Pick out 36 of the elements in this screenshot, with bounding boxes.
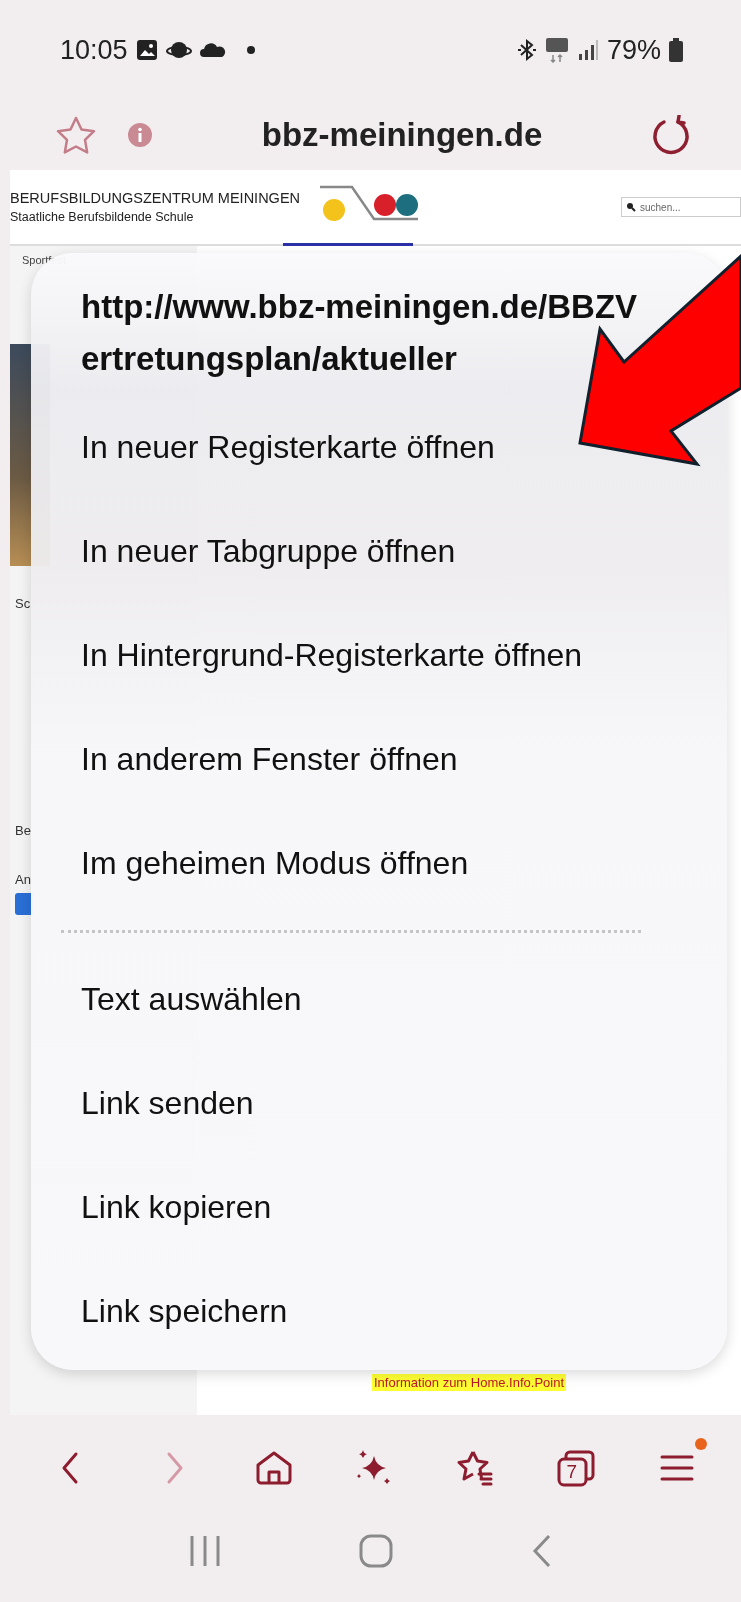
battery-percent: 79% [606, 34, 661, 66]
recent-apps-button[interactable] [189, 1534, 222, 1568]
cloud-icon [199, 42, 226, 58]
page-text-fragment: Be [15, 823, 32, 838]
menu-item[interactable]: In Hintergrund-Registerkarte öffnen [81, 603, 582, 707]
site-title: BERUFSBILDUNGSZENTRUM MEININGEN [10, 190, 301, 206]
tabs-button[interactable]: 7 [545, 1437, 606, 1498]
search-field[interactable]: suchen... [621, 197, 741, 217]
battery-icon [669, 38, 683, 62]
back-nav-button[interactable] [531, 1534, 552, 1568]
dot-icon [245, 45, 256, 55]
menu-item[interactable]: Text auswählen [81, 947, 302, 1051]
menu-item[interactable]: In anderem Fenster öffnen [81, 707, 458, 811]
site-info-button[interactable] [127, 122, 153, 148]
address-domain[interactable]: bbz-meiningen.de [153, 116, 651, 154]
gallery-icon [135, 39, 158, 61]
search-icon [626, 202, 636, 212]
network-5g-icon [544, 37, 569, 63]
menu-item[interactable]: Im geheimen Modus öffnen [81, 811, 469, 915]
signal-icon [576, 39, 599, 61]
site-subtitle: Staatliche Berufsbildende Schule [10, 210, 195, 224]
menu-item[interactable]: Link speichern [81, 1259, 288, 1363]
notice-heading: Information zum Home.Info.Point [372, 1374, 566, 1391]
reload-button[interactable] [651, 115, 691, 155]
page-text-fragment: Sc [15, 596, 32, 611]
bluetooth-icon [516, 38, 537, 62]
page-text-fragment: An [15, 872, 32, 887]
clock-time: 10:05 [60, 34, 128, 66]
planet-icon [165, 39, 192, 61]
menu-item[interactable]: Link senden [81, 1051, 254, 1155]
bookmark-star-button[interactable] [55, 115, 97, 155]
home-nav-button[interactable] [359, 1534, 394, 1568]
menu-item[interactable]: Link kopieren [81, 1155, 272, 1259]
link-url: http://www.bbz-meiningen.de/BBZVertretungsplan/aktueller [81, 287, 639, 379]
menu-item[interactable]: In neuer Tabgruppe öffnen [81, 499, 456, 603]
menu-item[interactable]: In neuer Registerkarte öffnen [81, 395, 495, 499]
